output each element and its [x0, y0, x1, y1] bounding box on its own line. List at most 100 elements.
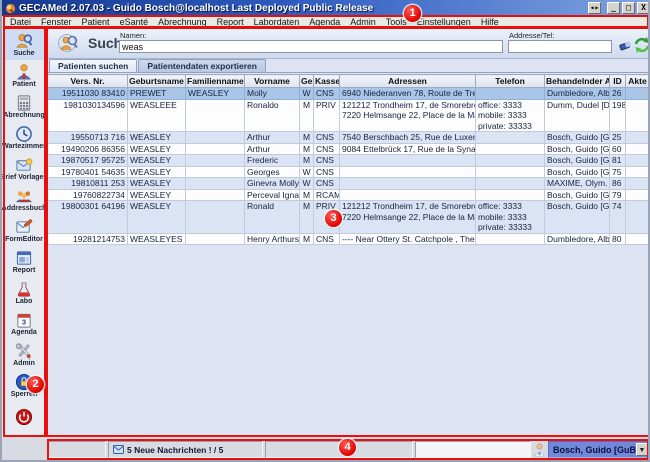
- sidebar-item-label: Brief Vorlagen: [0, 174, 47, 182]
- letter-icon: [14, 156, 34, 174]
- sidebar-item-suche[interactable]: Suche: [3, 29, 45, 60]
- column-header-adressen[interactable]: Adressen: [340, 75, 476, 88]
- patient-results-table: Vers. Nr.GeburtsnameFamiliennameVornameG…: [47, 74, 650, 245]
- name-field-label: Namen:: [120, 31, 146, 40]
- detach-window-button[interactable]: ◂▸: [588, 2, 601, 14]
- column-header-familienname[interactable]: Familienname: [186, 75, 245, 88]
- tab-patientendaten-exportieren[interactable]: Patientendaten exportieren: [138, 59, 266, 72]
- table-row[interactable]: 19760822734WEASLEYPerceval IgnatiusMRCAM…: [48, 189, 650, 201]
- column-header-behandelnder-arzt[interactable]: Behandelnder Arzt: [545, 75, 610, 88]
- report-icon: [14, 249, 34, 267]
- sidebar-item-label: Suche: [13, 50, 34, 58]
- tab-patienten-suchen[interactable]: Patienten suchen: [49, 59, 137, 72]
- table-row[interactable]: 19550713 716WEASLEYArthurMCNS7540 Bersch…: [48, 132, 650, 144]
- menu-item-esant[interactable]: eSanté: [115, 17, 154, 27]
- patient-table-area: Vers. Nr.GeburtsnameFamiliennameVornameG…: [47, 74, 649, 436]
- svg-text:3: 3: [22, 317, 26, 326]
- address-book-icon: [14, 187, 34, 205]
- annotation-badge-3: 3: [325, 210, 342, 227]
- application-window: GECAMed 2.07.03 - Guido Bosch@localhost …: [0, 0, 650, 462]
- sidebar-item-labo[interactable]: Labo: [3, 277, 45, 308]
- sidebar-item-briefvorlagen[interactable]: Brief Vorlagen: [3, 153, 45, 184]
- table-row[interactable]: 19810811 253WEASLEYGinevra MollyWCNSMAXI…: [48, 178, 650, 190]
- status-cell-empty-1: [48, 441, 106, 458]
- messages-text: 5 Neue Nachrichten ! / 5: [127, 445, 223, 455]
- doctor-selector[interactable]: Bosch, Guido [GuB] ▼: [548, 441, 650, 458]
- table-row[interactable]: 19511030 83410PREWETWEASLEYMollyWCNS6940…: [48, 88, 650, 100]
- table-row[interactable]: 19780401 54635WEASLEYGeorgesWCNSBosch, G…: [48, 166, 650, 178]
- close-button[interactable]: X: [637, 2, 650, 14]
- search-header: Suche Namen: Addresse/Tel:: [46, 28, 650, 59]
- table-header-row: Vers. Nr.GeburtsnameFamiliennameVornameG…: [48, 75, 650, 88]
- sidebar-item-label: Labo: [16, 298, 33, 306]
- menu-item-labordaten[interactable]: Labordaten: [249, 17, 305, 27]
- tab-bar: Patienten suchenPatientendaten exportier…: [46, 59, 650, 73]
- search-person-icon: [14, 32, 34, 50]
- annotation-badge-4: 4: [339, 439, 356, 456]
- sidebar-item-admin[interactable]: Admin: [3, 339, 45, 370]
- sidebar-item-label: Abrechnung: [3, 112, 44, 120]
- title-bar: GECAMed 2.07.03 - Guido Bosch@localhost …: [2, 0, 650, 16]
- address-search-input[interactable]: [508, 40, 612, 53]
- menu-item-admin[interactable]: Admin: [345, 17, 381, 27]
- form-editor-icon: [14, 218, 34, 236]
- sidebar-item-formeditor[interactable]: FormEditor: [3, 215, 45, 246]
- menu-item-einstellungen[interactable]: Einstellungen: [412, 17, 476, 27]
- sidebar-item-logout[interactable]: [3, 401, 45, 432]
- sidebar-item-label: Addressbuch: [2, 205, 47, 213]
- sidebar-item-patient[interactable]: Patient: [3, 60, 45, 91]
- column-header-geburtsname[interactable]: Geburtsname: [128, 75, 186, 88]
- table-row[interactable]: 1981030134596WEASLEEERonaldoMPRIV121212 …: [48, 99, 650, 132]
- table-row[interactable]: 19490206 86356WEASLEYArthurMCNS9084 Ette…: [48, 143, 650, 155]
- tools-icon: [14, 342, 34, 360]
- column-header-id[interactable]: ID: [610, 75, 626, 88]
- status-bar: 5 Neue Nachrichten ! / 5 Bosch, Guido [G…: [2, 437, 650, 462]
- sidebar-item-wartezimmer[interactable]: Wartezimmer: [3, 122, 45, 153]
- doctor-selector-value: Bosch, Guido [GuB]: [553, 445, 639, 455]
- sidebar-item-label: FormEditor: [5, 236, 43, 244]
- doctor-icon: [533, 443, 546, 457]
- table-row[interactable]: 19800301 64196WEASLEYRonaldMPRIV121212 T…: [48, 201, 650, 234]
- column-header-kasse[interactable]: Kasse: [314, 75, 340, 88]
- sidebar-item-label: Admin: [13, 360, 35, 368]
- menu-item-patient[interactable]: Patient: [77, 17, 115, 27]
- calendar-icon: 3: [14, 311, 34, 329]
- sidebar-item-abrechnung[interactable]: Abrechnung: [3, 91, 45, 122]
- sidebar-item-agenda[interactable]: 3 Agenda: [3, 308, 45, 339]
- messages-status[interactable]: 5 Neue Nachrichten ! / 5: [108, 441, 263, 458]
- menu-item-fenster[interactable]: Fenster: [36, 17, 77, 27]
- main-content: Suche Namen: Addresse/Tel: Patienten suc…: [46, 28, 650, 437]
- clock-icon: [14, 125, 34, 143]
- sidebar-item-label: Patient: [12, 81, 35, 89]
- minimize-button[interactable]: _: [607, 2, 620, 14]
- sidebar-item-report[interactable]: Report: [3, 246, 45, 277]
- column-header-vorname[interactable]: Vorname: [245, 75, 300, 88]
- sidebar-item-addressbuch[interactable]: Addressbuch: [3, 184, 45, 215]
- status-input-field[interactable]: [415, 441, 531, 458]
- refresh-icon[interactable]: [632, 35, 650, 55]
- annotation-badge-2: 2: [27, 376, 44, 393]
- flask-icon: [14, 280, 34, 298]
- column-header-ges[interactable]: Ges: [300, 75, 314, 88]
- chevron-down-icon[interactable]: ▼: [636, 443, 648, 456]
- column-header-vers-nr-[interactable]: Vers. Nr.: [48, 75, 128, 88]
- menu-item-report[interactable]: Report: [212, 17, 249, 27]
- table-row[interactable]: 19870517 95725WEASLEYFredericMCNSBosch, …: [48, 155, 650, 167]
- annotation-badge-1: 1: [404, 5, 421, 22]
- address-field-label: Addresse/Tel:: [509, 31, 554, 40]
- menu-item-abrechnung[interactable]: Abrechnung: [153, 17, 212, 27]
- sidebar-item-label: Report: [13, 267, 36, 275]
- column-header-telefon[interactable]: Telefon: [476, 75, 545, 88]
- name-search-input[interactable]: [119, 40, 503, 53]
- table-row[interactable]: 19281214753WEASLEYESHenry ArthursMCNS---…: [48, 233, 650, 245]
- menu-item-agenda[interactable]: Agenda: [304, 17, 345, 27]
- search-person-icon: [58, 32, 80, 54]
- menu-item-datei[interactable]: Datei: [5, 17, 36, 27]
- column-header-akte[interactable]: Akte: [626, 75, 650, 88]
- sidebar-item-label: Agenda: [11, 329, 37, 337]
- menu-item-hilfe[interactable]: Hilfe: [476, 17, 504, 27]
- maximize-button[interactable]: □: [622, 2, 635, 14]
- power-icon: [14, 408, 34, 426]
- sidebar: Suche Patient Abrechnung Wartezimmer Brief V…: [2, 28, 46, 437]
- menu-bar: DateiFensterPatienteSantéAbrechnungRepor…: [2, 16, 650, 28]
